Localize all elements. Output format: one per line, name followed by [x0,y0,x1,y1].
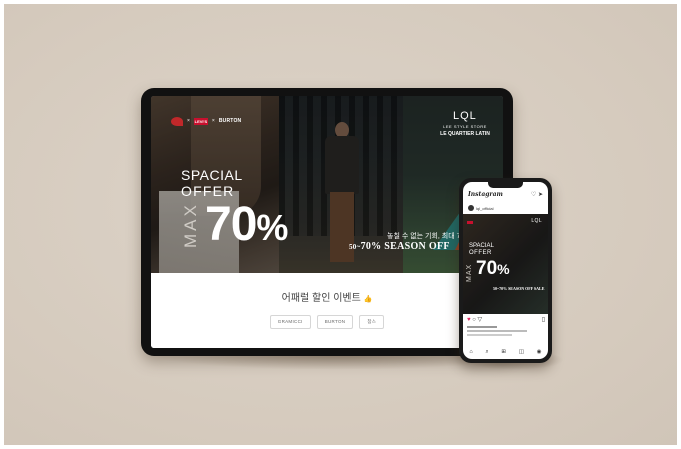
bookmark-icon[interactable]: ▯ [542,316,545,323]
season-text: 70% SEASON OFF [360,241,450,252]
instagram-post-image[interactable]: LQL SPACIAL OFFER MAX 70% 50~70% SEASON … [463,214,548,314]
gramicci-logo-icon [171,116,183,126]
home-icon[interactable]: ⌂ [469,349,472,355]
post-username[interactable]: lql_official [476,206,494,211]
hero-spacial-text: SPACIAL [181,167,243,183]
levis-logo: LEVI'S [193,117,208,125]
post-discount-percent: % [497,261,510,277]
brand-logos: × LEVI'S × BURTON [171,116,241,126]
post-lql-logo: LQL [531,218,542,224]
shop-icon[interactable]: ◫ [519,349,524,355]
avatar[interactable] [468,205,474,211]
hero-max-text: MAX [181,202,200,248]
profile-icon[interactable]: ◉ [537,349,542,355]
post-brand-logos [467,220,473,224]
burton-logo: BURTON [218,118,242,124]
tag-list: GRAMICCI BURTON 참스 [151,315,503,329]
phone-notch [488,182,523,188]
season-prefix: 50 [349,243,357,251]
hero-banner[interactable]: × LEVI'S × BURTON LQL LEE STYLE STORE LE… [151,96,503,273]
event-section: 어패럴 할인 이벤트 👍 GRAMICCI BURTON 참스 [151,273,503,348]
tag-chams[interactable]: 참스 [359,315,385,329]
tablet-device: × LEVI'S × BURTON LQL LEE STYLE STORE LE… [141,88,513,356]
instagram-logo[interactable]: Instagram [468,191,503,198]
tablet-screen: × LEVI'S × BURTON LQL LEE STYLE STORE LE… [151,96,503,348]
post-discount-number: 70 [476,258,498,279]
send-icon[interactable]: ➤ [538,192,543,198]
hero-discount-percent: % [256,207,288,248]
phone-device: Instagram ♡ ➤ lql_official LQL SPACIAL O… [459,178,552,363]
event-title: 어패럴 할인 이벤트 👍 [151,289,503,304]
post-season-text: 50~70% SEASON OFF SALE [493,286,545,291]
hero-offer-text: OFFER [181,183,235,199]
brand-separator: × [187,118,190,124]
instagram-header: Instagram ♡ ➤ [463,190,548,202]
share-icon[interactable]: ▽ [478,317,483,323]
tag-gramicci[interactable]: GRAMICCI [269,315,311,329]
hero-season-off: 50~70% SEASON OFF [349,241,450,252]
post-actions: ♥ ○ ▽ ▯ [467,316,545,324]
post-spacial-text: SPACIAL [469,243,494,249]
hero-discount: 70% [205,198,288,253]
phone-screen: Instagram ♡ ➤ lql_official LQL SPACIAL O… [463,182,548,359]
heart-filled-icon[interactable]: ♥ [467,317,471,323]
hero-discount-number: 70 [205,198,257,251]
post-caption [467,326,545,336]
post-offer-text: OFFER [469,250,492,256]
lql-store-name: LE QUARTIER LATIN [440,131,490,137]
lql-subtitle: LEE STYLE STORE [443,124,487,129]
brand-separator-2: × [211,118,215,124]
event-title-text: 어패럴 할인 이벤트 [281,293,361,304]
search-icon[interactable]: ⌕ [486,349,489,356]
add-post-icon[interactable]: ⊞ [501,349,506,355]
instagram-bottom-nav: ⌂ ⌕ ⊞ ◫ ◉ [463,346,548,358]
post-author[interactable]: lql_official [468,204,548,212]
instagram-header-icons: ♡ ➤ [531,191,543,198]
comment-icon[interactable]: ○ [472,317,476,323]
post-max-text: MAX [466,263,473,282]
thumbs-up-icon: 👍 [363,296,373,303]
post-discount: 70% [476,259,510,279]
lql-logo: LQL [453,110,477,122]
heart-outline-icon[interactable]: ♡ [531,192,536,198]
levis-mini-logo [467,220,473,224]
tag-burton[interactable]: BURTON [316,315,354,329]
